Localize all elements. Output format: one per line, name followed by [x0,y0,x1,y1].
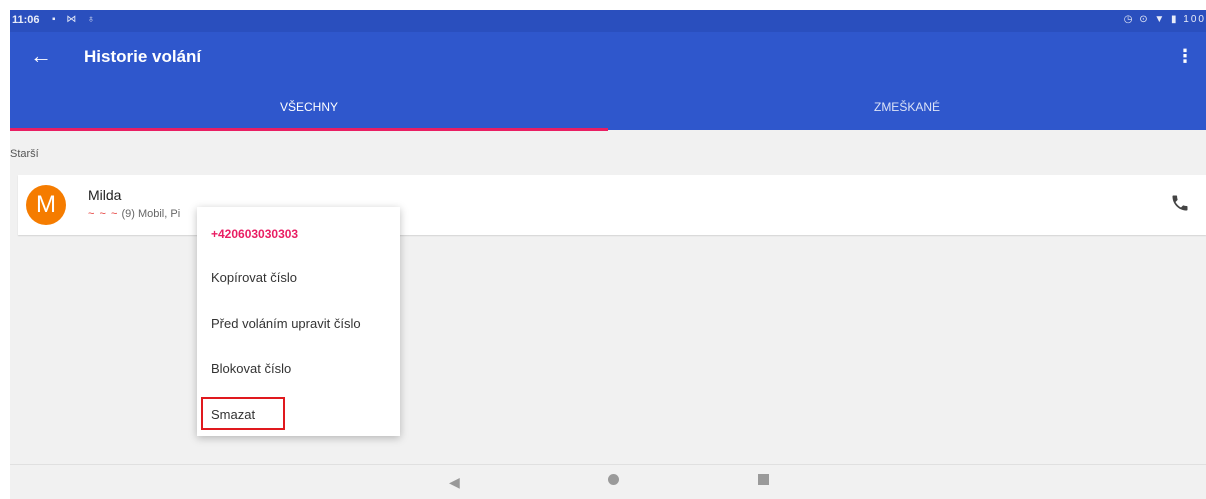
tab-bar: VŠECHNY ZMEŠKANÉ [10,84,1206,130]
missed-call-icon: ~ ~ ~ [88,208,119,220]
block-number-item[interactable]: Blokovat číslo [211,361,291,376]
call-detail-text: (9) Mobil, Pi [121,208,181,220]
call-details: ~ ~ ~ (9) Mobil, Pi [88,208,180,220]
tab-all[interactable]: VŠECHNY [10,84,608,130]
navigation-bar: ◀ [10,464,1206,499]
system-status-icons: ◷ ⊙ ▼ ▮ 100 [1123,14,1206,25]
tab-indicator [10,128,608,131]
edit-before-call-item[interactable]: Před voláním upravit číslo [211,316,361,331]
avatar: M [26,185,66,225]
phone-icon[interactable] [1170,193,1190,213]
notification-icons: ▪ ⋈ ♁ [52,14,99,25]
nav-recents-icon[interactable] [758,474,769,485]
back-arrow-icon[interactable]: ← [30,44,52,68]
status-bar: 11:06 ▪ ⋈ ♁ ◷ ⊙ ▼ ▮ 100 [10,10,1206,32]
nav-home-icon[interactable] [608,474,619,485]
section-header: Starší [10,148,39,160]
nav-back-icon[interactable]: ◀ [449,474,460,491]
highlight-box [201,397,285,430]
more-options-icon[interactable]: ⋮ [1176,46,1194,67]
status-time: 11:06 [12,14,40,26]
page-title: Historie volání [84,47,202,66]
copy-number-item[interactable]: Kopírovat číslo [211,270,297,285]
caller-name: Milda [88,187,122,203]
phone-screen: 11:06 ▪ ⋈ ♁ ◷ ⊙ ▼ ▮ 100 ← Historie volán… [10,10,1206,499]
app-bar: ← Historie volání ⋮ [10,32,1206,84]
menu-phone-number: +420603030303 [211,227,299,241]
tab-missed[interactable]: ZMEŠKANÉ [608,84,1206,130]
